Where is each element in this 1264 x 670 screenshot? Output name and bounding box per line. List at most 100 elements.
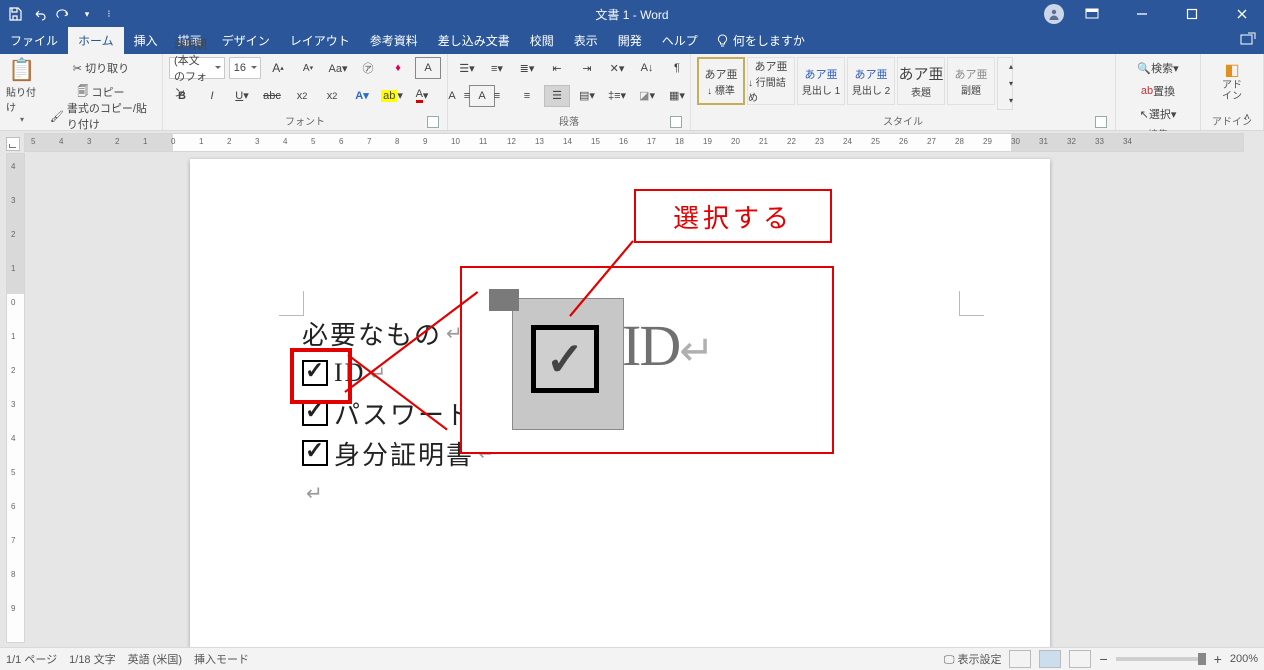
align-right-button[interactable]: ≡ [514, 85, 540, 107]
style-subtitle[interactable]: あア亜副題 [947, 57, 995, 105]
paragraph-launcher-icon[interactable] [670, 116, 682, 128]
cut-button[interactable]: ✂ 切り取り [46, 57, 156, 79]
margin-corner-tr [959, 291, 984, 316]
align-center-button[interactable]: ≡ [484, 85, 510, 107]
horizontal-ruler[interactable]: 5432101234567891011121314151617181920212… [24, 133, 1244, 152]
shading-button[interactable]: ◪▾ [634, 85, 660, 107]
addins-button[interactable]: ◧アド イン [1207, 57, 1257, 105]
bullets-button[interactable]: ☰▾ [454, 57, 480, 79]
styles-launcher-icon[interactable] [1095, 116, 1107, 128]
tab-view[interactable]: 表示 [564, 27, 608, 54]
tell-me[interactable]: 何をしますか [708, 27, 813, 54]
share-icon[interactable] [1240, 32, 1256, 46]
status-language[interactable]: 英語 (米国) [128, 651, 182, 667]
highlight-button[interactable]: ab▾ [379, 85, 405, 107]
multilevel-list-button[interactable]: ≣▾ [514, 57, 540, 79]
font-color-button[interactable]: A▾ [409, 85, 435, 107]
superscript-button[interactable]: x2 [319, 85, 345, 107]
annotation-zoom-text: ID [622, 313, 679, 378]
line-spacing-button[interactable]: ‡≡▾ [604, 85, 630, 107]
close-icon[interactable] [1220, 0, 1264, 28]
text-effects-button[interactable]: A▾ [349, 85, 375, 107]
style-title[interactable]: あア亜表題 [897, 57, 945, 105]
font-launcher-icon[interactable] [427, 116, 439, 128]
style-heading1[interactable]: あア亜見出し 1 [797, 57, 845, 105]
zoom-slider[interactable] [1116, 657, 1206, 661]
document-area: 5432101234567891011121314151617181920212… [0, 131, 1264, 647]
find-button[interactable]: 🔍検索▾ [1122, 57, 1194, 79]
show-marks-button[interactable]: ¶ [664, 57, 690, 79]
scissors-icon: ✂ [73, 62, 82, 75]
undo-icon[interactable] [32, 7, 46, 21]
tab-developer[interactable]: 開発 [608, 27, 652, 54]
styles-scroll-up-icon[interactable]: ▴ [998, 58, 1024, 75]
paste-button[interactable]: 📋 貼り付け ▾ [6, 57, 38, 124]
collapse-ribbon-icon[interactable]: ˄ [1234, 106, 1260, 128]
change-case-button[interactable]: Aa▾ [325, 57, 351, 79]
grow-font-button[interactable]: A▴ [265, 57, 291, 79]
tab-design[interactable]: デザイン [212, 27, 280, 54]
phonetic-guide-button[interactable]: ㋐ [355, 57, 381, 79]
print-layout-icon[interactable] [1039, 650, 1061, 668]
redo-icon[interactable] [56, 7, 70, 21]
qat-overflow-icon[interactable]: ⁝ [102, 7, 116, 21]
decrease-indent-button[interactable]: ⇤ [544, 57, 570, 79]
style-no-spacing[interactable]: あア亜↓ 行間詰め [747, 57, 795, 105]
display-settings-button[interactable]: 🖵 表示設定 [944, 651, 1002, 667]
subscript-button[interactable]: x2 [289, 85, 315, 107]
styles-scroll-down-icon[interactable]: ▾ [998, 75, 1024, 92]
status-word-count[interactable]: 1/18 文字 [69, 651, 115, 667]
zoom-in-button[interactable]: + [1214, 651, 1222, 667]
paragraph-empty[interactable]: ↵ [302, 473, 497, 513]
tab-insert[interactable]: 挿入 [124, 27, 168, 54]
status-page[interactable]: 1/1 ページ [6, 651, 57, 667]
tab-help[interactable]: ヘルプ [652, 27, 708, 54]
phonetic-icon: ㋐ [363, 60, 374, 76]
checkbox-icon [302, 440, 328, 466]
shrink-font-button[interactable]: A▾ [295, 57, 321, 79]
status-bar: 1/1 ページ 1/18 文字 英語 (米国) 挿入モード 🖵 表示設定 − +… [0, 647, 1264, 670]
enclose-chars-button[interactable]: A [415, 57, 441, 79]
font-name-select[interactable]: 游明朝 (本文のフォン [169, 57, 225, 79]
user-avatar-icon[interactable] [1044, 4, 1064, 24]
tab-review[interactable]: 校閲 [520, 27, 564, 54]
select-button[interactable]: ↖選択▾ [1122, 103, 1194, 125]
ribbon-display-icon[interactable] [1070, 0, 1114, 28]
tab-home[interactable]: ホーム [68, 27, 124, 54]
distribute-button[interactable]: ▤▾ [574, 85, 600, 107]
tab-file[interactable]: ファイル [0, 27, 68, 54]
align-left-button[interactable]: ≡ [454, 85, 480, 107]
clear-formatting-button[interactable]: ♦ [385, 57, 411, 79]
tab-layout[interactable]: レイアウト [280, 27, 360, 54]
lightbulb-icon [716, 34, 729, 47]
document-title: 文書 1 - Word [595, 6, 668, 23]
tab-mailings[interactable]: 差し込み文書 [428, 27, 520, 54]
zoom-out-button[interactable]: − [1099, 651, 1107, 667]
style-heading2[interactable]: あア亜見出し 2 [847, 57, 895, 105]
tab-selector-icon[interactable] [6, 137, 20, 151]
format-painter-button[interactable]: 🖌 書式のコピー/貼り付け [46, 105, 156, 127]
zoom-level[interactable]: 200% [1230, 653, 1258, 665]
justify-button[interactable]: ☰ [544, 85, 570, 107]
font-size-select[interactable]: 16 [229, 57, 261, 79]
increase-indent-button[interactable]: ⇥ [574, 57, 600, 79]
customize-qat-icon[interactable]: ▾ [80, 7, 94, 21]
clipboard-icon: 📋 [8, 57, 35, 83]
maximize-icon[interactable] [1170, 0, 1214, 28]
numbering-button[interactable]: ≡▾ [484, 57, 510, 79]
vertical-ruler[interactable]: 43210123456789 [6, 153, 25, 643]
save-icon[interactable] [8, 7, 22, 21]
styles-expand-icon[interactable]: ▾ [998, 92, 1024, 109]
tab-references[interactable]: 参考資料 [360, 27, 428, 54]
underline-button[interactable]: U▾ [229, 85, 255, 107]
web-layout-icon[interactable] [1069, 650, 1091, 668]
style-normal[interactable]: あア亜↓ 標準 [697, 57, 745, 105]
read-mode-icon[interactable] [1009, 650, 1031, 668]
asian-layout-button[interactable]: ✕▾ [604, 57, 630, 79]
status-insert-mode[interactable]: 挿入モード [194, 651, 249, 667]
minimize-icon[interactable] [1120, 0, 1164, 28]
sort-button[interactable]: A↓ [634, 57, 660, 79]
strikethrough-button[interactable]: abc [259, 85, 285, 107]
replace-button[interactable]: ab置換 [1122, 80, 1194, 102]
borders-button[interactable]: ▦▾ [664, 85, 690, 107]
